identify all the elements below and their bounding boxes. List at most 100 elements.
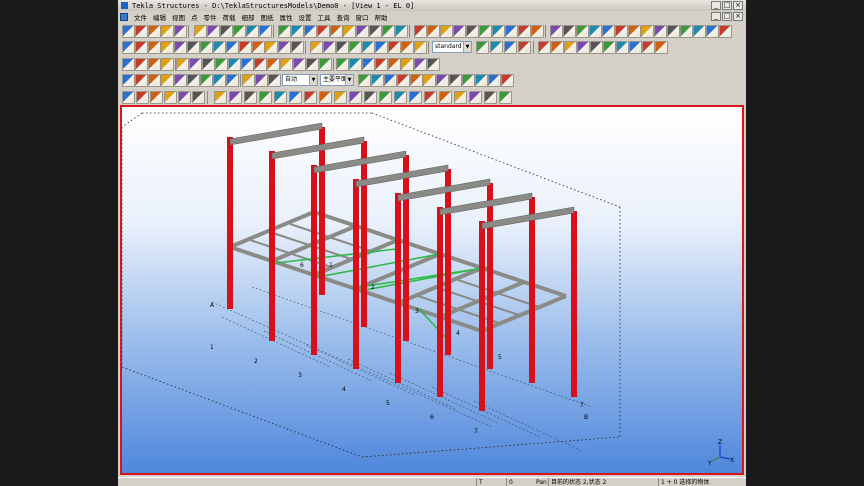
tb4-tool-icon[interactable] [384, 74, 397, 87]
tb4-tool-icon[interactable] [122, 74, 135, 87]
plane-mode-combo[interactable]: 自动 ▼ [282, 74, 318, 86]
tb2-tool-icon[interactable] [187, 41, 200, 54]
tb5-tool-icon[interactable] [439, 91, 452, 104]
tb1-tool-icon[interactable] [220, 25, 233, 38]
tb3-tool-icon[interactable] [176, 58, 189, 71]
tb2-tool-icon[interactable] [200, 41, 213, 54]
model-icon[interactable] [120, 12, 128, 21]
tb2-tool-icon[interactable] [388, 41, 401, 54]
tb1-tool-icon[interactable] [576, 25, 589, 38]
tb4-tool-icon[interactable] [423, 74, 436, 87]
doc-restore-button[interactable]: □ [722, 12, 732, 21]
tb4-tool-icon[interactable] [397, 74, 410, 87]
doc-close-button[interactable]: × [733, 12, 743, 21]
tb1-tool-icon[interactable] [628, 25, 641, 38]
tb2-tool-icon[interactable] [122, 41, 135, 54]
tb2-tool-icon[interactable] [642, 41, 655, 54]
tb1-tool-icon[interactable] [382, 25, 395, 38]
tb2-tool-icon[interactable] [278, 41, 291, 54]
tb2-tool-icon[interactable] [336, 41, 349, 54]
tb3-tool-icon[interactable] [215, 58, 228, 71]
doc-minimize-button[interactable]: _ [711, 12, 721, 21]
tb4-tool-icon[interactable] [475, 74, 488, 87]
tb1-tool-icon[interactable] [563, 25, 576, 38]
tb1-tool-icon[interactable] [304, 25, 317, 38]
tb2-tool-icon[interactable] [538, 41, 551, 54]
close-button[interactable]: × [733, 1, 743, 10]
tb1-tool-icon[interactable] [330, 25, 343, 38]
tb1-tool-icon[interactable] [207, 25, 220, 38]
tb5-tool-icon[interactable] [259, 91, 272, 104]
tb4-tool-icon[interactable] [436, 74, 449, 87]
tb1-tool-icon[interactable] [505, 25, 518, 38]
tb5-tool-icon[interactable] [289, 91, 302, 104]
tb2-tool-icon[interactable] [551, 41, 564, 54]
tb3-tool-icon[interactable] [401, 58, 414, 71]
tb1-tool-icon[interactable] [518, 25, 531, 38]
tb2-tool-icon[interactable] [135, 41, 148, 54]
menu-properties[interactable]: 属性 [277, 12, 296, 22]
tb2-tool-icon[interactable] [349, 41, 362, 54]
tb4-tool-icon[interactable] [161, 74, 174, 87]
tb2-tool-icon[interactable] [504, 41, 517, 54]
tb1-tool-icon[interactable] [194, 25, 207, 38]
menu-view[interactable]: 视图 [169, 12, 188, 22]
tb4-tool-icon[interactable] [449, 74, 462, 87]
menu-edit[interactable]: 编辑 [150, 12, 169, 22]
tb1-tool-icon[interactable] [291, 25, 304, 38]
tb1-tool-icon[interactable] [233, 25, 246, 38]
tb4-tool-icon[interactable] [410, 74, 423, 87]
tb4-tool-icon[interactable] [226, 74, 239, 87]
menu-window[interactable]: 窗口 [353, 12, 372, 22]
selection-filter-combo[interactable]: standard ▼ [432, 41, 472, 53]
tb1-tool-icon[interactable] [615, 25, 628, 38]
tb1-tool-icon[interactable] [148, 25, 161, 38]
tb4-tool-icon[interactable] [268, 74, 281, 87]
tb5-tool-icon[interactable] [349, 91, 362, 104]
tb2-tool-icon[interactable] [362, 41, 375, 54]
tb2-tool-icon[interactable] [291, 41, 304, 54]
tb4-tool-icon[interactable] [187, 74, 200, 87]
tb4-tool-icon[interactable] [242, 74, 255, 87]
tb5-tool-icon[interactable] [484, 91, 497, 104]
menu-tools[interactable]: 工具 [315, 12, 334, 22]
tb3-tool-icon[interactable] [148, 58, 161, 71]
tb4-tool-icon[interactable] [148, 74, 161, 87]
tb1-tool-icon[interactable] [317, 25, 330, 38]
tb3-tool-icon[interactable] [241, 58, 254, 71]
tb5-tool-icon[interactable] [136, 91, 149, 104]
tb1-tool-icon[interactable] [343, 25, 356, 38]
menu-file[interactable]: 文件 [131, 12, 150, 22]
tb1-tool-icon[interactable] [414, 25, 427, 38]
tb2-tool-icon[interactable] [375, 41, 388, 54]
tb1-tool-icon[interactable] [440, 25, 453, 38]
tb4-tool-icon[interactable] [200, 74, 213, 87]
tb3-tool-icon[interactable] [267, 58, 280, 71]
tb2-tool-icon[interactable] [518, 41, 531, 54]
tb5-tool-icon[interactable] [122, 91, 135, 104]
tb2-tool-icon[interactable] [616, 41, 629, 54]
tb5-tool-icon[interactable] [394, 91, 407, 104]
tb3-tool-icon[interactable] [189, 58, 202, 71]
tb3-tool-icon[interactable] [135, 58, 148, 71]
tb1-tool-icon[interactable] [589, 25, 602, 38]
tb3-tool-icon[interactable] [427, 58, 440, 71]
tb1-tool-icon[interactable] [680, 25, 693, 38]
tb2-tool-icon[interactable] [310, 41, 323, 54]
tb2-tool-icon[interactable] [323, 41, 336, 54]
tb1-tool-icon[interactable] [135, 25, 148, 38]
tb2-tool-icon[interactable] [629, 41, 642, 54]
tb2-tool-icon[interactable] [213, 41, 226, 54]
tb1-tool-icon[interactable] [654, 25, 667, 38]
tb5-tool-icon[interactable] [164, 91, 177, 104]
menu-help[interactable]: 帮助 [372, 12, 391, 22]
tb2-tool-icon[interactable] [148, 41, 161, 54]
tb5-tool-icon[interactable] [214, 91, 227, 104]
tb1-tool-icon[interactable] [278, 25, 291, 38]
tb1-tool-icon[interactable] [356, 25, 369, 38]
tb1-tool-icon[interactable] [122, 25, 135, 38]
tb4-tool-icon[interactable] [255, 74, 268, 87]
tb1-tool-icon[interactable] [719, 25, 732, 38]
tb3-tool-icon[interactable] [336, 58, 349, 71]
tb5-tool-icon[interactable] [334, 91, 347, 104]
